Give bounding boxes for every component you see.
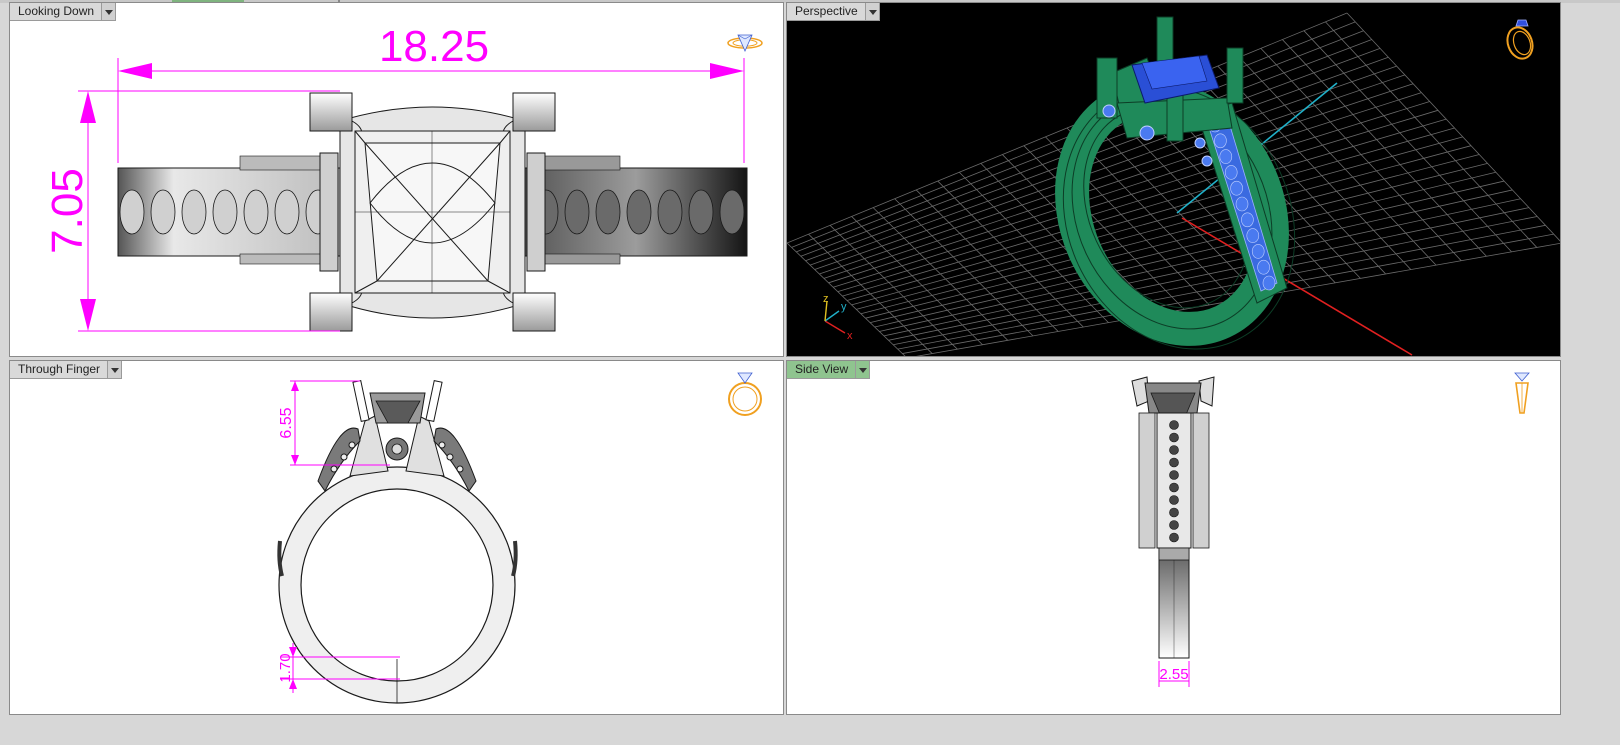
pave-stone xyxy=(1246,228,1260,243)
side-stone xyxy=(1169,445,1179,455)
side-stone xyxy=(1169,420,1179,430)
side-stone xyxy=(1169,520,1179,530)
viewport-tab-through-finger[interactable]: Through Finger xyxy=(10,361,123,379)
center-head xyxy=(309,92,556,332)
side-stone xyxy=(1169,482,1179,493)
ring-side-icon xyxy=(1514,372,1530,414)
ring-front-view xyxy=(277,380,518,704)
pave-stone xyxy=(1235,196,1249,212)
viewport-side-view[interactable]: Side View 2.55 xyxy=(786,360,1561,715)
pave-stone xyxy=(1262,275,1276,291)
viewport-menu-arrow-icon[interactable] xyxy=(108,361,123,379)
viewport-title[interactable]: Looking Down xyxy=(10,3,103,21)
pave-stone xyxy=(1251,244,1265,259)
band-stone xyxy=(274,189,300,235)
viewport-perspective[interactable]: Perspective x y z xyxy=(786,2,1561,357)
ring-perspective-icon xyxy=(1506,19,1534,60)
band-stone xyxy=(181,189,207,235)
viewport-tab-perspective[interactable]: Perspective xyxy=(787,3,880,21)
axis-label-z: z xyxy=(823,293,829,305)
grid-line xyxy=(846,127,1455,301)
viewport-title[interactable]: Through Finger xyxy=(10,361,109,379)
ring-band-right xyxy=(524,155,748,265)
dimension-height-label: 7.05 xyxy=(43,168,92,254)
pave-stone xyxy=(1241,212,1254,228)
pave-stone xyxy=(1214,133,1227,149)
dimension-width-label: 18.25 xyxy=(379,22,489,71)
band-stone xyxy=(657,189,683,235)
band-stone xyxy=(595,189,621,235)
dimension-shank-thickness-label: 1.70 xyxy=(277,653,294,682)
band-stone xyxy=(626,189,652,235)
side-stone xyxy=(1169,495,1179,505)
viewport-tab-side-view[interactable]: Side View xyxy=(787,361,871,379)
band-stone xyxy=(119,189,145,235)
pave-stone xyxy=(1224,165,1238,180)
viewport-tab-looking-down[interactable]: Looking Down xyxy=(10,3,117,21)
dimension-head-height-label: 6.55 xyxy=(278,407,295,438)
side-stone xyxy=(1169,532,1179,543)
viewport-menu-arrow-icon[interactable] xyxy=(856,361,871,379)
band-stone xyxy=(564,189,590,235)
dimension-shank-width-label: 2.55 xyxy=(1159,666,1188,683)
grid-line xyxy=(851,136,1463,306)
side-stone xyxy=(1169,507,1179,518)
ring-band-left xyxy=(117,155,341,265)
viewport-menu-arrow-icon[interactable] xyxy=(865,3,880,21)
viewport-title[interactable]: Perspective xyxy=(787,3,866,21)
band-stone xyxy=(719,189,745,235)
pave-stone xyxy=(1219,149,1233,164)
band-stone xyxy=(150,189,176,235)
pave-stone xyxy=(1257,259,1270,275)
side-stone xyxy=(1169,457,1179,468)
viewport-through-finger[interactable]: Through Finger 6.55 1.70 xyxy=(9,360,784,715)
ring-model-3d xyxy=(1055,16,1296,350)
viewport-menu-arrow-icon[interactable] xyxy=(102,3,117,21)
band-stone xyxy=(212,189,238,235)
band-stone xyxy=(243,189,269,235)
band-stone xyxy=(688,189,714,235)
axis-label-y: y xyxy=(841,301,847,313)
ring-front-icon xyxy=(728,372,762,416)
grid-line xyxy=(869,171,1496,324)
grid-line xyxy=(856,145,1472,310)
axis-label-x: x xyxy=(847,330,853,342)
pave-stone xyxy=(1230,180,1243,196)
side-stone xyxy=(1169,432,1179,443)
side-stone xyxy=(1169,470,1179,480)
ring-side-profile xyxy=(1131,376,1215,659)
viewport-title[interactable]: Side View xyxy=(787,361,857,379)
grid-line xyxy=(879,189,1513,332)
viewport-looking-down[interactable]: Looking Down 18.25 7.05 xyxy=(9,2,784,357)
ring-top-icon xyxy=(727,34,763,52)
